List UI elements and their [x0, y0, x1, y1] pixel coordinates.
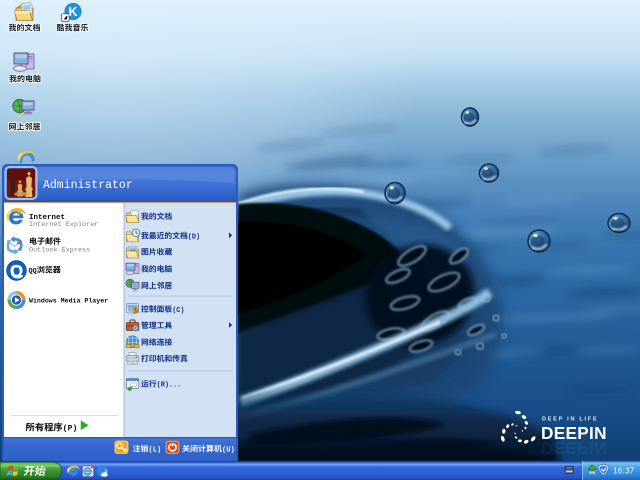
- svg-text:(P): (P): [63, 424, 78, 434]
- svg-text:(D): (D): [188, 233, 200, 241]
- svg-text:Windows Media Player: Windows Media Player: [29, 298, 108, 305]
- svg-text:DEEP IN LIFE: DEEP IN LIFE: [542, 417, 598, 423]
- svg-text:K: K: [68, 5, 77, 19]
- svg-text:Administrator: Administrator: [43, 179, 133, 192]
- svg-text:(U): (U): [222, 447, 235, 455]
- svg-text:DEEPIN: DEEPIN: [541, 438, 607, 458]
- svg-text:(R)...: (R)...: [157, 382, 182, 390]
- svg-text:16:37: 16:37: [613, 466, 635, 476]
- svg-text:Outlook Express: Outlook Express: [29, 247, 90, 255]
- svg-text:(L): (L): [149, 447, 162, 455]
- svg-text:QQ: QQ: [29, 268, 37, 276]
- svg-text:Internet Explorer: Internet Explorer: [29, 221, 98, 229]
- svg-text:(C): (C): [172, 307, 184, 315]
